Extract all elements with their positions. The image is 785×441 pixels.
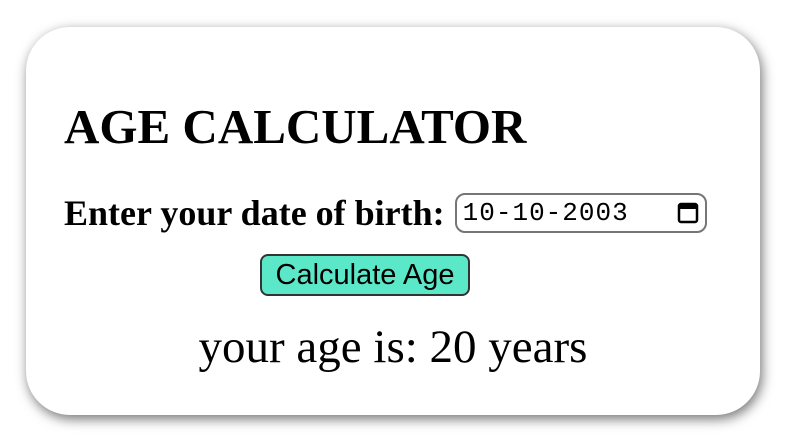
dob-row: Enter your date of birth: 10-10-2003 (64, 192, 707, 234)
dob-date-value: 10-10-2003 (462, 198, 629, 228)
calculate-age-button[interactable]: Calculate Age (260, 254, 470, 296)
dob-date-input[interactable]: 10-10-2003 (454, 193, 707, 233)
age-calculator-card: AGE CALCULATOR Enter your date of birth:… (26, 27, 760, 415)
page-title: AGE CALCULATOR (64, 99, 527, 154)
age-result-text: your age is: 20 years (198, 321, 588, 373)
dob-label: Enter your date of birth: (64, 193, 445, 233)
calendar-icon[interactable] (675, 200, 701, 226)
